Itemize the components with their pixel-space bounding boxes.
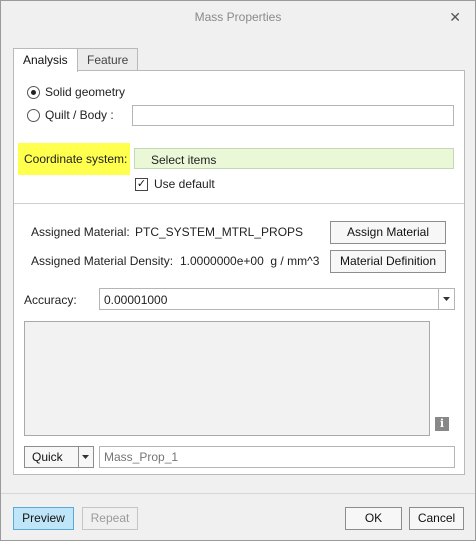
material-definition-button[interactable]: Material Definition <box>330 250 446 273</box>
accuracy-combobox[interactable]: 0.00001000 <box>99 288 455 310</box>
use-default-label: Use default <box>154 177 215 191</box>
tab-feature[interactable]: Feature <box>77 48 139 71</box>
accuracy-dropdown-button[interactable] <box>438 289 454 309</box>
chevron-down-icon <box>82 455 89 459</box>
accuracy-value: 0.00001000 <box>104 293 168 307</box>
ok-button[interactable]: OK <box>345 507 402 530</box>
results-area <box>24 321 430 436</box>
assigned-material-value: PTC_SYSTEM_MTRL_PROPS <box>135 225 304 239</box>
cancel-button[interactable]: Cancel <box>409 507 464 530</box>
analysis-panel: Solid geometry Quilt / Body : Coordinate… <box>13 70 465 475</box>
mass-properties-dialog: Mass Properties ✕ Analysis Feature Solid… <box>0 0 476 541</box>
info-icon[interactable]: i <box>435 417 449 431</box>
repeat-button[interactable]: Repeat <box>82 507 138 530</box>
quilt-body-radio[interactable] <box>27 109 40 122</box>
coordinate-system-label: Coordinate system: <box>24 152 128 166</box>
tab-analysis[interactable]: Analysis <box>13 48 78 72</box>
solid-geometry-label: Solid geometry <box>45 85 126 99</box>
window-title: Mass Properties <box>194 10 282 24</box>
accuracy-label: Accuracy: <box>24 293 77 307</box>
chevron-down-icon <box>443 297 450 301</box>
close-icon[interactable]: ✕ <box>449 1 461 33</box>
title-bar: Mass Properties ✕ <box>1 1 475 33</box>
coordinate-system-collector[interactable]: Select items <box>134 148 454 169</box>
quick-mode-label: Quick <box>32 450 63 464</box>
use-default-checkbox[interactable]: ✓ <box>135 178 148 191</box>
footer-divider <box>1 493 475 494</box>
solid-geometry-radio[interactable] <box>27 86 40 99</box>
quilt-body-field[interactable] <box>132 105 454 126</box>
divider <box>14 203 464 204</box>
material-density-label: Assigned Material Density: <box>31 254 174 268</box>
preview-button[interactable]: Preview <box>13 507 74 530</box>
assigned-material-label: Assigned Material: <box>31 225 130 239</box>
quick-mode-arrow[interactable] <box>78 447 93 467</box>
material-density-value: 1.0000000e+00 g / mm^3 <box>180 254 320 268</box>
quilt-body-label: Quilt / Body : <box>45 108 114 122</box>
feature-name-input[interactable] <box>99 446 455 468</box>
assign-material-button[interactable]: Assign Material <box>330 221 446 244</box>
quick-mode-dropdown[interactable]: Quick <box>24 446 94 468</box>
